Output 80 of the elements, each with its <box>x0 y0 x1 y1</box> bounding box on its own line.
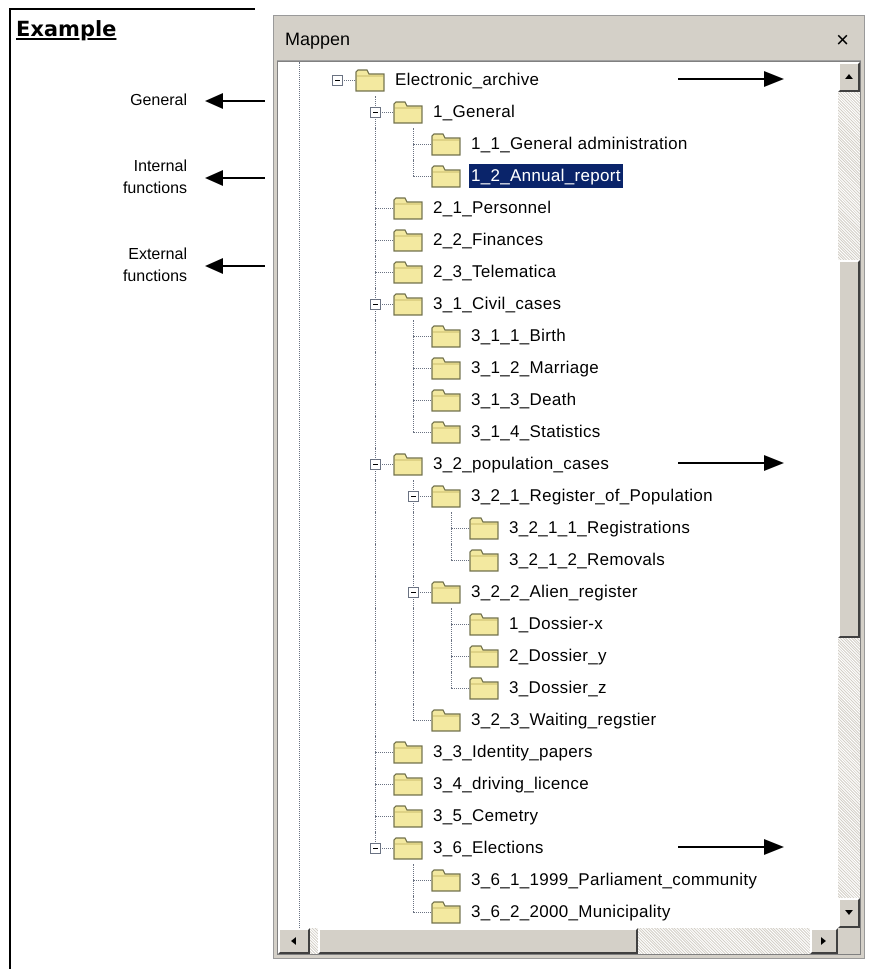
folder-icon <box>393 292 423 316</box>
folder-icon <box>431 324 461 348</box>
tree-item[interactable]: 2_1_Personnel <box>431 196 554 220</box>
tree-item[interactable]: 3_2_population_cases <box>431 452 612 476</box>
expander-toggle[interactable] <box>408 587 419 598</box>
folder-icon <box>431 164 461 188</box>
scrollbar-corner <box>838 928 860 954</box>
folder-icon <box>431 900 461 924</box>
folder-icon <box>469 612 499 636</box>
tree-item[interactable]: 3_6_2_2000_Municipality <box>469 900 673 924</box>
tree-item[interactable]: 3_2_1_Register_of_Population <box>469 484 715 508</box>
tree-item[interactable]: Electronic_archive <box>393 68 542 92</box>
expander-toggle[interactable] <box>408 491 419 502</box>
tree-item[interactable]: 1_1_General administration <box>469 132 690 156</box>
folder-icon <box>431 580 461 604</box>
scroll-up-button[interactable] <box>838 62 860 92</box>
tree-item[interactable]: 3_6_Elections <box>431 836 546 860</box>
expander-toggle[interactable] <box>370 459 381 470</box>
folder-icon <box>393 100 423 124</box>
tree-item[interactable]: 3_2_2_Alien_register <box>469 580 640 604</box>
tree-item[interactable]: 2_2_Finances <box>431 228 546 252</box>
tree-item[interactable]: 3_Dossier_z <box>507 676 609 700</box>
tree-item[interactable]: 3_1_3_Death <box>469 388 578 412</box>
folder-icon <box>469 676 499 700</box>
tree-item[interactable]: 1_Dossier-x <box>507 612 605 636</box>
expander-toggle[interactable] <box>332 75 343 86</box>
expander-toggle[interactable] <box>370 107 381 118</box>
tree-item[interactable]: 3_6_1_1999_Parliament_community <box>469 868 760 892</box>
tree-item[interactable]: 2_3_Telematica <box>431 260 558 284</box>
scroll-left-button[interactable] <box>278 928 310 954</box>
tree-item[interactable]: 3_2_1_2_Removals <box>507 548 668 572</box>
folder-icon <box>469 516 499 540</box>
window-title: Mappen <box>285 28 350 51</box>
folder-icon <box>393 740 423 764</box>
tree-item[interactable]: 1_2_Annual_report <box>469 164 623 188</box>
expander-toggle[interactable] <box>370 843 381 854</box>
folder-icon <box>431 420 461 444</box>
folder-icon <box>355 68 385 92</box>
folder-icon <box>469 644 499 668</box>
tree-item[interactable]: 3_1_1_Birth <box>469 324 568 348</box>
annotation-label: General <box>129 90 187 110</box>
tree-item[interactable]: 3_1_2_Marriage <box>469 356 602 380</box>
annotation-label: Internal functions <box>122 156 187 198</box>
folder-icon <box>431 868 461 892</box>
horizontal-scroll-thumb[interactable] <box>318 928 638 954</box>
folder-icon <box>393 772 423 796</box>
tree-item[interactable]: 3_1_Civil_cases <box>431 292 564 316</box>
folder-icon <box>393 452 423 476</box>
tree-item[interactable]: 3_5_Cemetry <box>431 804 540 828</box>
pointer-arrow <box>205 92 265 110</box>
folder-icon <box>431 132 461 156</box>
folder-icon <box>431 708 461 732</box>
annotation-label: External functions <box>122 244 187 286</box>
scroll-thumb[interactable] <box>838 260 860 638</box>
folder-icon <box>393 836 423 860</box>
expander-toggle[interactable] <box>370 299 381 310</box>
folder-icon <box>431 356 461 380</box>
tree-item[interactable]: 3_4_driving_licence <box>431 772 591 796</box>
tree-item[interactable]: 3_2_3_Waiting_regstier <box>469 708 659 732</box>
tree-item[interactable]: 3_3_Identity_papers <box>431 740 595 764</box>
pointer-arrow <box>205 168 265 186</box>
triangle-up-icon <box>844 72 854 82</box>
folder-icon <box>393 804 423 828</box>
close-button[interactable]: × <box>832 28 853 50</box>
heading: Example <box>16 16 116 43</box>
scroll-down-button[interactable] <box>838 898 860 928</box>
tree-item[interactable]: 2_Dossier_y <box>507 644 609 668</box>
tree-item[interactable]: 3_1_4_Statistics <box>469 420 603 444</box>
folder-icon <box>469 548 499 572</box>
folder-icon <box>393 228 423 252</box>
tree-item[interactable]: 1_General <box>431 100 518 124</box>
vertical-scrollbar[interactable] <box>838 62 860 928</box>
triangle-left-icon <box>289 936 299 946</box>
folder-icon <box>431 388 461 412</box>
folder-icon <box>431 484 461 508</box>
folder-icon <box>393 260 423 284</box>
tree-item[interactable]: 3_2_1_1_Registrations <box>507 516 692 540</box>
pointer-arrow <box>205 256 265 274</box>
folder-icon <box>393 196 423 220</box>
scroll-right-button[interactable] <box>810 928 838 954</box>
